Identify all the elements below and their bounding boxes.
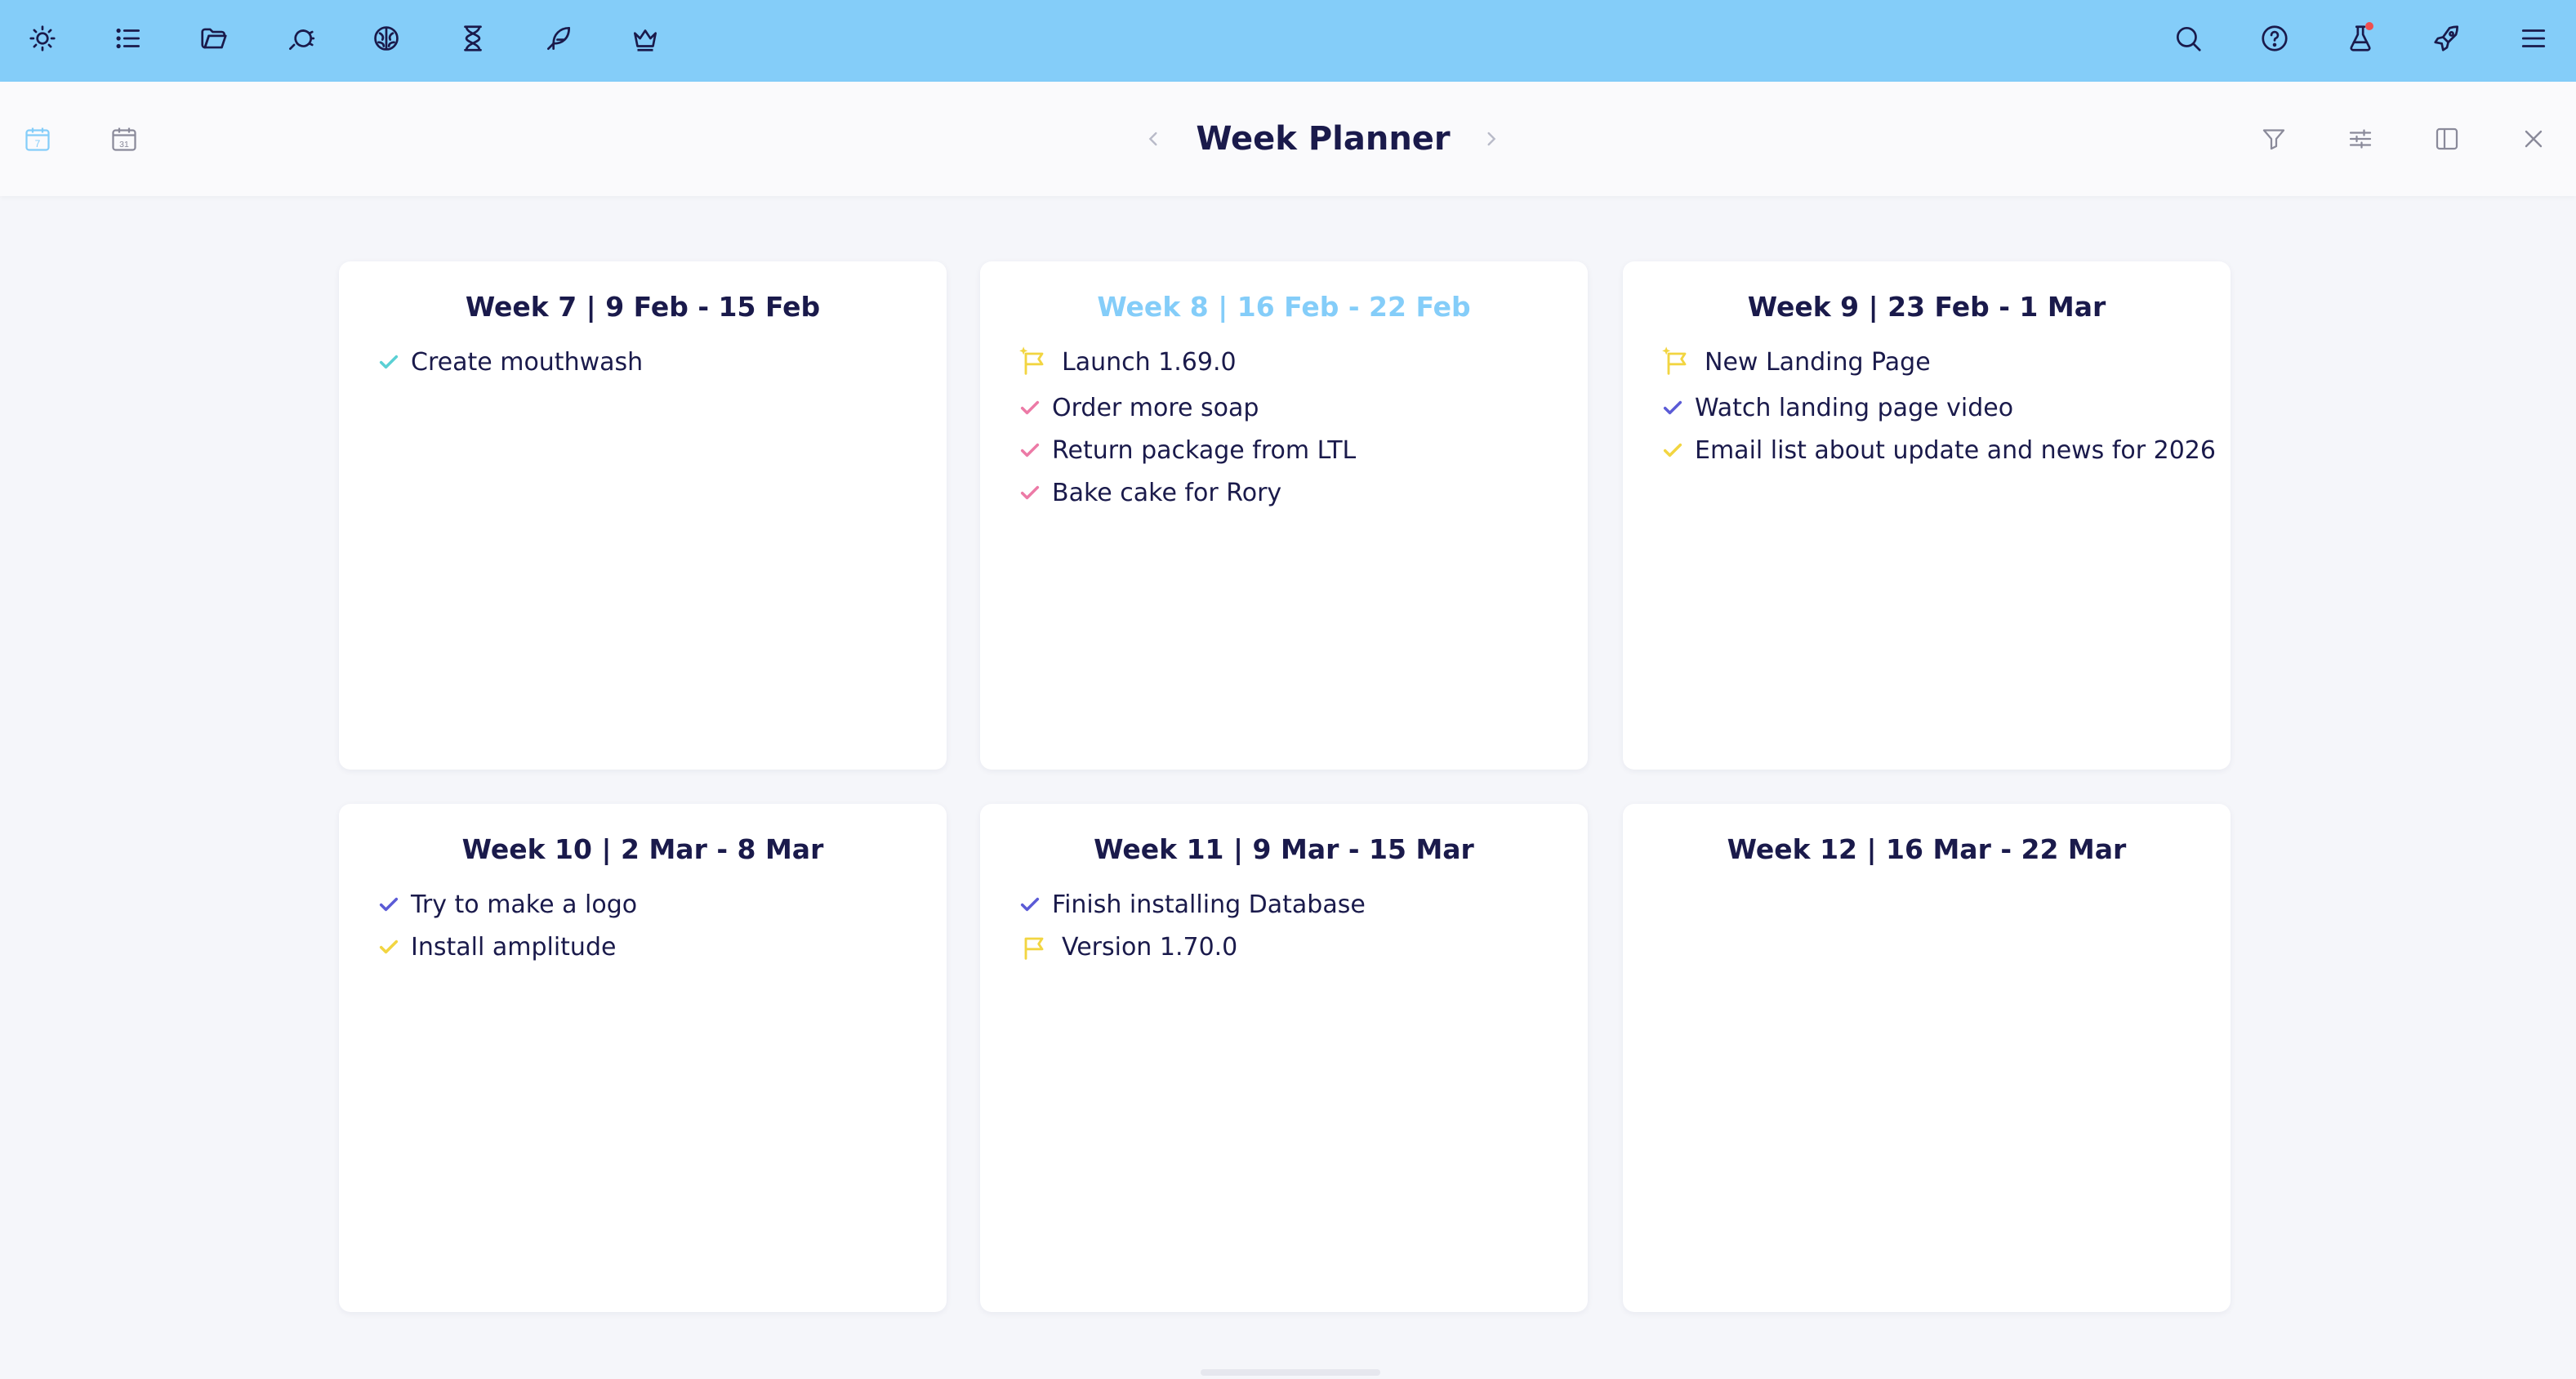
month-view-calendar-icon[interactable]: 31 (105, 119, 144, 158)
top-toolbar (0, 0, 2576, 82)
task-label: Watch landing page video (1695, 393, 2014, 422)
week-card[interactable]: Week 7 | 9 Feb - 15 Feb Create mouthwash (339, 261, 947, 770)
crown-icon[interactable] (626, 19, 665, 58)
task-item[interactable]: Return package from LTL (1016, 430, 1356, 471)
task-item[interactable]: Install amplitude (375, 926, 616, 967)
week-card-title: Week 11 | 9 Mar - 15 Mar (1094, 833, 1474, 865)
task-label: Install amplitude (411, 932, 617, 962)
task-label: Email list about update and news for 202… (1695, 435, 2216, 465)
task-label: Launch 1.69.0 (1062, 347, 1237, 377)
task-label: Bake cake for Rory (1052, 478, 1282, 507)
task-label: Finish installing Database (1052, 890, 1366, 919)
task-label: New Landing Page (1705, 347, 1931, 377)
task-label: Try to make a logo (411, 890, 638, 919)
flag-icon[interactable] (1016, 933, 1052, 961)
close-icon[interactable] (2514, 119, 2553, 158)
milestone-item[interactable]: New Landing Page (1659, 341, 1931, 382)
task-item[interactable]: Try to make a logo (375, 884, 637, 925)
task-item[interactable]: Create mouthwash (375, 341, 643, 382)
brain-icon[interactable] (367, 19, 406, 58)
notification-dot (2365, 22, 2373, 30)
week-card[interactable]: Week 8 | 16 Feb - 22 Feb Launch 1.69.0 Ord… (980, 261, 1588, 770)
milestone-item[interactable]: Version 1.70.0 (1016, 926, 1237, 967)
help-icon[interactable] (2255, 19, 2294, 58)
folder-icon[interactable] (194, 19, 234, 58)
list-icon[interactable] (109, 19, 148, 58)
check-icon[interactable] (375, 890, 403, 918)
scroll-indicator[interactable] (1201, 1369, 1380, 1376)
task-item[interactable]: Email list about update and news for 202… (1659, 430, 2216, 471)
settings-sliders-icon[interactable] (2341, 119, 2380, 158)
page-header: 7 31 Week Planner (0, 82, 2576, 196)
milestone-item[interactable]: Launch 1.69.0 (1016, 341, 1237, 382)
week-card-title: Week 12 | 16 Mar - 22 Mar (1727, 833, 2127, 865)
task-label: Version 1.70.0 (1062, 932, 1238, 962)
week-card[interactable]: Week 10 | 2 Mar - 8 Mar Try to make a log… (339, 804, 947, 1312)
check-icon[interactable] (1016, 890, 1044, 918)
check-icon[interactable] (375, 348, 403, 376)
week-card[interactable]: Week 9 | 23 Feb - 1 Mar New Landing Page W… (1623, 261, 2231, 770)
task-item[interactable]: Order more soap (1016, 387, 1259, 428)
task-label: Return package from LTL (1052, 435, 1357, 465)
svg-text:31: 31 (119, 140, 129, 150)
flag-icon[interactable] (1016, 346, 1052, 376)
menu-icon[interactable] (2514, 19, 2553, 58)
week-card[interactable]: Week 12 | 16 Mar - 22 Mar (1623, 804, 2231, 1312)
rocket-icon[interactable] (2427, 19, 2467, 58)
task-label: Order more soap (1052, 393, 1259, 422)
task-item[interactable]: Watch landing page video (1659, 387, 2013, 428)
week-card-title: Week 8 | 16 Feb - 22 Feb (1097, 291, 1471, 323)
flag-icon[interactable] (1659, 346, 1695, 376)
check-icon[interactable] (1659, 436, 1687, 464)
week-card-title: Week 7 | 9 Feb - 15 Feb (465, 291, 821, 323)
side-panel-icon[interactable] (2427, 119, 2467, 158)
svg-text:7: 7 (35, 138, 41, 150)
week-card[interactable]: Week 11 | 9 Mar - 15 Mar Finish installin… (980, 804, 1588, 1312)
task-item[interactable]: Bake cake for Rory (1016, 472, 1281, 513)
flask-icon[interactable] (2341, 19, 2380, 58)
next-week-button[interactable] (1474, 123, 1507, 155)
page-title: Week Planner (1196, 120, 1451, 158)
task-label: Create mouthwash (411, 347, 644, 377)
week-card-title: Week 10 | 2 Mar - 8 Mar (461, 833, 824, 865)
search-icon[interactable] (2168, 19, 2208, 58)
task-item[interactable]: Finish installing Database (1016, 884, 1366, 925)
check-icon[interactable] (1016, 436, 1044, 464)
daydream-icon[interactable] (281, 19, 320, 58)
feather-icon[interactable] (539, 19, 578, 58)
check-icon[interactable] (1659, 394, 1687, 422)
week-view-calendar-icon[interactable]: 7 (18, 119, 57, 158)
filter-icon[interactable] (2254, 119, 2293, 158)
sun-icon[interactable] (23, 19, 62, 58)
check-icon[interactable] (375, 933, 403, 961)
check-icon[interactable] (1016, 394, 1044, 422)
hourglass-icon[interactable] (453, 19, 492, 58)
week-card-title: Week 9 | 23 Feb - 1 Mar (1747, 291, 2106, 323)
check-icon[interactable] (1016, 479, 1044, 507)
